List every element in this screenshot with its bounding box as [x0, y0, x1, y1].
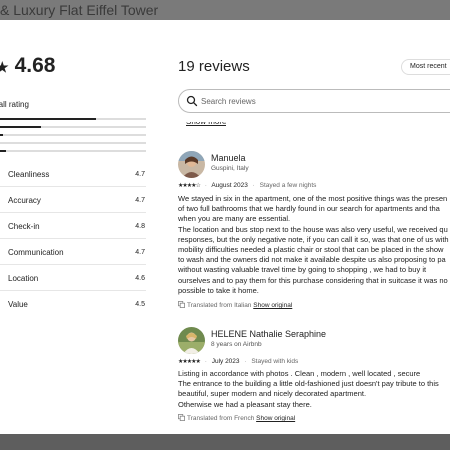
show-more-link[interactable]: Show more: [186, 122, 226, 128]
review-text: We stayed in six in the apartment, one o…: [178, 194, 450, 296]
category-value: 4.8: [135, 223, 145, 230]
review-text: Listing in accordance with photos . Clea…: [178, 369, 450, 410]
category-row-check-in: Check-in 4.8: [0, 213, 146, 239]
overall-rating-label: rall rating: [0, 100, 29, 109]
review-meta: ★★★★★ · July 2023 · Stayed with kids: [178, 358, 298, 365]
review-meta: ★★★★☆ · August 2023 · Stayed a few night…: [178, 182, 316, 189]
translated-from-label: Translated from Italian: [187, 302, 252, 309]
category-value: 4.7: [135, 197, 145, 204]
category-label: Accuracy: [8, 196, 41, 205]
avatar[interactable]: [178, 327, 205, 354]
search-icon: [186, 95, 198, 107]
review-line: when you are many are essential.: [178, 214, 291, 224]
star-icon: ★: [0, 59, 9, 75]
background-header: & Luxury Flat Eiffel Tower: [0, 0, 450, 20]
translation-note: Translated from Italian Show original: [178, 301, 292, 309]
search-reviews-field[interactable]: [178, 89, 450, 113]
search-reviews-input[interactable]: [201, 94, 441, 108]
category-label: Value: [8, 300, 28, 309]
review-line: The entrance to the building a little ol…: [178, 379, 439, 389]
review-line: beautiful, super modern and nicely decor…: [178, 389, 367, 399]
review-stay-type: Stayed a few nights: [259, 182, 317, 189]
category-label: Location: [8, 274, 39, 283]
overall-rating: ★ 4.68: [0, 54, 55, 78]
sort-dropdown-button[interactable]: Most recent: [401, 59, 450, 75]
rating-bar-3: [0, 134, 146, 136]
category-value: 4.7: [135, 249, 145, 256]
category-value: 4.7: [135, 171, 145, 178]
rating-bar-2: [0, 142, 146, 144]
rating-bar-fill: [0, 134, 3, 136]
review-line: responses, but the only negative note, i…: [178, 234, 449, 244]
rating-bar-1: [0, 150, 146, 152]
category-row-location: Location 4.6: [0, 265, 146, 291]
reviews-modal: ★4.68 rall rating Cleanliness 4.7 Accura…: [0, 20, 450, 434]
rating-bar-5: [0, 118, 146, 120]
review-line: to wash and the owners did not make it a…: [178, 255, 446, 265]
review-date: August 2023: [211, 182, 248, 189]
reviewer-location: Guspini, Italy: [211, 165, 249, 172]
category-label: Communication: [8, 248, 64, 257]
listing-title: & Luxury Flat Eiffel Tower: [0, 2, 159, 18]
category-row-accuracy: Accuracy 4.7: [0, 187, 146, 213]
rating-bar-4: [0, 126, 146, 128]
review-date: July 2023: [211, 358, 240, 365]
category-label: Check-in: [8, 222, 40, 231]
avatar[interactable]: [178, 151, 205, 178]
separator: ·: [252, 182, 255, 189]
review-stay-type: Stayed with kids: [251, 358, 299, 365]
reviewer-name: HELENE Nathalie Seraphine: [211, 329, 327, 339]
review-line: We stayed in six in the apartment, one o…: [178, 194, 448, 203]
review-stars: ★★★★★: [178, 359, 201, 365]
translate-icon: [178, 414, 185, 421]
review-line: mobility difficulties needed a plastic c…: [178, 245, 444, 255]
review-line: of two full bathrooms that we hardly fou…: [178, 204, 440, 214]
review-item: HELENE Nathalie Seraphine 8 years on Air…: [178, 327, 450, 434]
review-item: Manuela Guspini, Italy ★★★★☆ · August 20…: [178, 151, 450, 316]
reviews-count-title: 19 reviews: [178, 58, 250, 75]
review-line: without wasting valuable travel time by …: [178, 265, 427, 275]
separator: ·: [204, 182, 207, 189]
translated-from-label: Translated from French: [187, 415, 255, 422]
category-row-communication: Communication 4.7: [0, 239, 146, 265]
separator: ·: [204, 358, 207, 365]
category-row-cleanliness: Cleanliness 4.7: [0, 161, 146, 187]
reviewer-name: Manuela: [211, 153, 246, 163]
review-line: Otherwise we had a pleasant stay there.: [178, 399, 312, 409]
review-line: Listing in accordance with photos . Clea…: [178, 369, 421, 378]
category-value: 4.6: [135, 275, 145, 282]
review-line: possible to take it home.: [178, 285, 259, 295]
show-original-link[interactable]: Show original: [253, 302, 292, 309]
background-footer: [0, 434, 450, 450]
category-label: Cleanliness: [8, 170, 50, 179]
separator: ·: [244, 358, 247, 365]
translate-icon: [178, 301, 185, 308]
translation-note: Translated from French Show original: [178, 414, 295, 422]
review-line: ourselves and to pay them for this purch…: [178, 275, 448, 285]
rating-bar-fill: [0, 126, 41, 128]
category-value: 4.5: [135, 301, 145, 308]
rating-bar-fill: [0, 150, 6, 152]
category-row-value: Value 4.5: [0, 291, 146, 317]
show-original-link[interactable]: Show original: [256, 415, 295, 422]
review-stars: ★★★★☆: [178, 183, 201, 189]
rating-bar-fill: [0, 118, 97, 120]
reviewer-tenure: 8 years on Airbnb: [211, 341, 262, 348]
review-line: The location and bus stop next to the ho…: [178, 224, 448, 234]
